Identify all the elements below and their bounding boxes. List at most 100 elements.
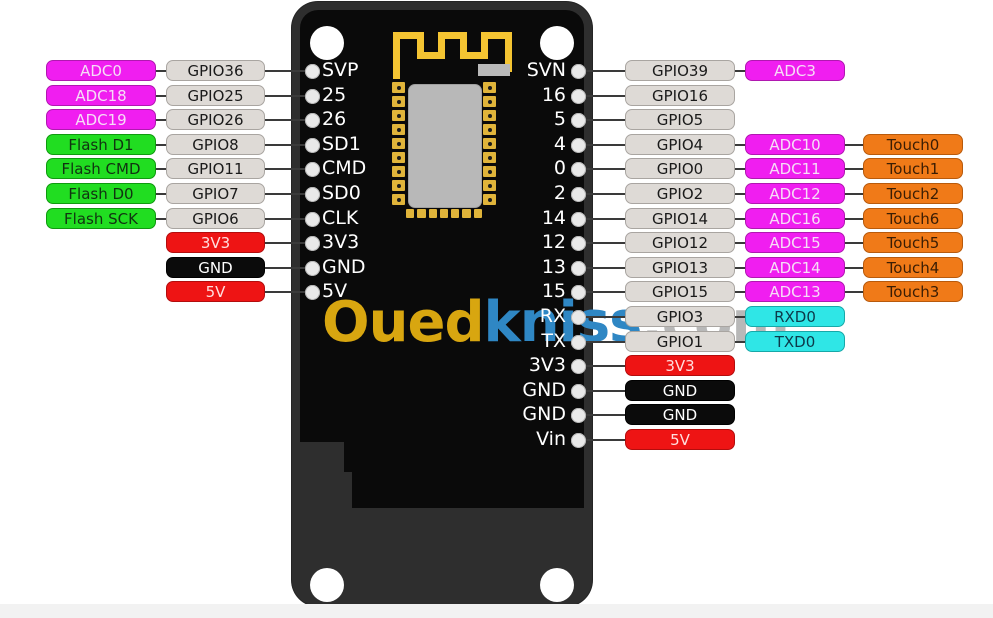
pin-label-right-gnd-13: GND [522,379,566,401]
pin-hole-right-svn-0 [571,64,586,79]
connector-line [265,267,305,269]
connector-line [735,70,745,72]
pin-hole-right-0-4 [571,162,586,177]
connector-line [735,341,745,343]
connector-line [156,95,166,97]
badge-func-adc14: ADC14 [745,257,845,278]
badge-gpio-right-gpio4-3: GPIO4 [625,134,735,155]
badge-gpio-gpio6: GPIO6 [166,208,265,229]
connector-line [265,95,305,97]
connector-line [265,144,305,146]
connector-line [586,144,625,146]
badge-gpio-gpio8: GPIO8 [166,134,265,155]
pin-label-26: 26 [322,108,347,130]
pin-hole-right-15-9 [571,285,586,300]
pin-hole-5v [305,285,320,300]
badge-func-adc0: ADC0 [46,60,156,81]
badge-func-adc19: ADC19 [46,109,156,130]
esp32-module [392,78,496,226]
badge-extra-touch3: Touch3 [863,281,963,302]
badge-func-flash-d0: Flash D0 [46,183,156,204]
badge-gpio-gpio36: GPIO36 [166,60,265,81]
pin-label-right-svn-0: SVN [526,59,566,81]
badge-func-flash-sck: Flash SCK [46,208,156,229]
pin-label-cmd: CMD [322,157,367,179]
badge-extra-touch6: Touch6 [863,208,963,229]
badge-gpio-gnd: GND [166,257,265,278]
badge-func-adc16: ADC16 [745,208,845,229]
connector-line [586,168,625,170]
pin-hole-right-14-6 [571,212,586,227]
badge-gpio-right-3v3-12: 3V3 [625,355,735,376]
badge-gpio-gpio7: GPIO7 [166,183,265,204]
mounting-hole-top-right [540,26,574,60]
pin-hole-gnd [305,261,320,276]
module-pads-right [483,82,496,208]
badge-gpio-right-gpio39-0: GPIO39 [625,60,735,81]
connector-line [735,316,745,318]
connector-line [845,193,863,195]
connector-line [586,414,625,416]
connector-line [156,193,166,195]
pin-label-right-14-6: 14 [541,207,566,229]
badge-gpio-right-gpio2-5: GPIO2 [625,183,735,204]
pin-hole-25 [305,89,320,104]
connector-line [265,291,305,293]
pin-label-sd1: SD1 [322,133,361,155]
pin-label-right-16-1: 16 [541,84,566,106]
connector-line [265,218,305,220]
badge-gpio-right-gpio16-1: GPIO16 [625,85,735,106]
badge-extra-touch1: Touch1 [863,158,963,179]
pin-hole-right-5-2 [571,113,586,128]
badge-gpio-3v3: 3V3 [166,232,265,253]
pinout-diagram: Ouedkniss.com ADC0GPIO36SVPADC18GPIO2525… [0,0,993,618]
connector-line [735,168,745,170]
pin-label-right-gnd-14: GND [522,403,566,425]
pin-hole-right-vin-15 [571,433,586,448]
connector-line [156,144,166,146]
connector-line [735,242,745,244]
pin-hole-right-rx-10 [571,310,586,325]
badge-extra-touch5: Touch5 [863,232,963,253]
connector-line [845,144,863,146]
connector-line [265,242,305,244]
pin-label-right-15-9: 15 [541,280,566,302]
connector-line [265,193,305,195]
pin-hole-right-gnd-14 [571,408,586,423]
footer-strip [0,604,993,618]
badge-gpio-right-gpio14-6: GPIO14 [625,208,735,229]
badge-gpio-right-gnd-13: GND [625,380,735,401]
module-pads-left [392,82,405,208]
pin-hole-right-gnd-13 [571,384,586,399]
connector-line [586,242,625,244]
module-pads-bottom [406,209,482,218]
badge-func-adc15: ADC15 [745,232,845,253]
badge-gpio-gpio25: GPIO25 [166,85,265,106]
connector-line [735,144,745,146]
pin-label-svp: SVP [322,59,359,81]
connector-line [586,390,625,392]
pin-hole-right-4-3 [571,138,586,153]
badge-func-adc3: ADC3 [745,60,845,81]
pin-hole-right-2-5 [571,187,586,202]
connector-line [586,365,625,367]
mounting-hole-top-left [310,26,344,60]
rf-shield [408,84,482,208]
connector-line [735,193,745,195]
pin-hole-sd1 [305,138,320,153]
pin-label-right-13-8: 13 [541,256,566,278]
badge-func-adc11: ADC11 [745,158,845,179]
connector-line [586,316,625,318]
badge-func-adc12: ADC12 [745,183,845,204]
pin-label-right-3v3-12: 3V3 [528,354,566,376]
pin-label-right-vin-15: Vin [536,428,566,450]
badge-gpio-right-5v-15: 5V [625,429,735,450]
connector-line [735,218,745,220]
connector-line [586,341,625,343]
badge-gpio-right-gpio5-2: GPIO5 [625,109,735,130]
badge-func-flash-d1: Flash D1 [46,134,156,155]
pin-label-right-5-2: 5 [553,108,566,130]
pin-label-right-12-7: 12 [541,231,566,253]
mounting-hole-bottom-left [310,568,344,602]
pin-label-right-rx-10: RX [539,305,566,327]
